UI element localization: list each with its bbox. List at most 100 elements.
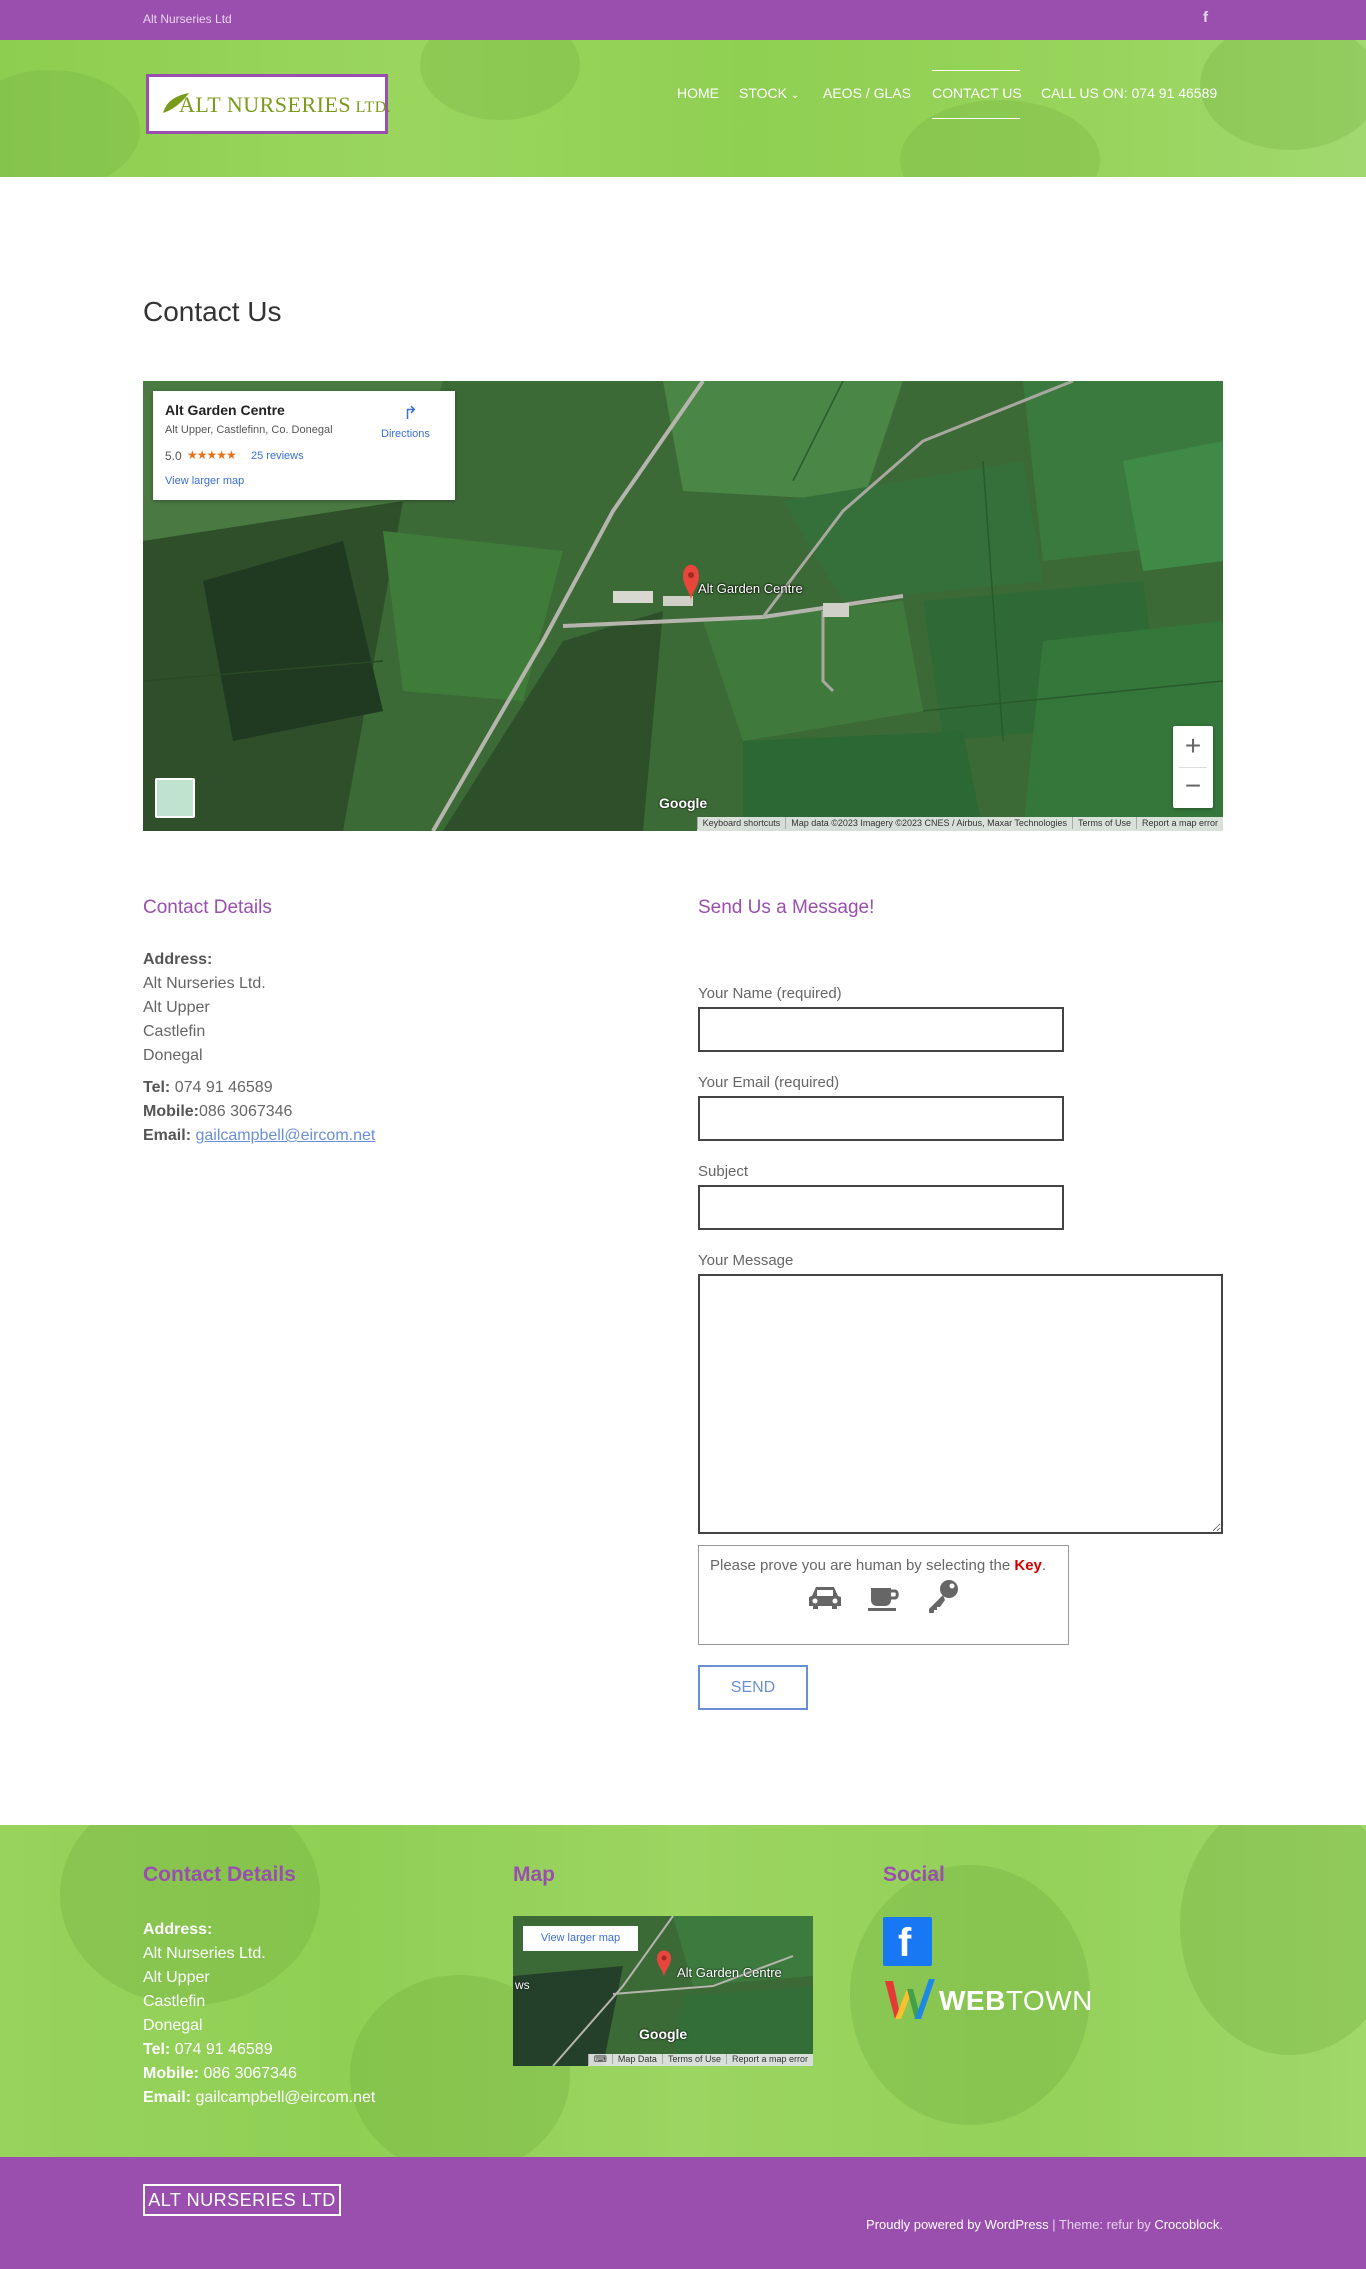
zoom-out-button[interactable]: − [1173,768,1213,808]
footer-address-label: Address: [143,1921,213,1938]
page-title: Contact Us [143,296,282,327]
view-larger-map-link[interactable]: View larger map [165,475,244,487]
footer-email-label: Email: [143,2089,192,2106]
coffee-cup-icon[interactable] [865,1582,903,1612]
map-attribution: Keyboard shortcuts Map data ©2023 Imagery… [696,817,1223,831]
address-line: Castlefin [143,1023,206,1040]
footer-map[interactable]: View larger map Alt Garden Centre ws Goo… [513,1916,813,2066]
google-logo: Google [659,795,708,811]
footer-tel: 074 91 46589 [170,2041,273,2058]
footer-tel-label: Tel: [143,2041,171,2058]
nav-call-us[interactable]: CALL US ON: 074 91 46589 [1041,85,1217,101]
footer-contact-heading: Contact Details [143,1863,296,1886]
keyboard-shortcuts-link[interactable]: Keyboard shortcuts [696,817,786,829]
email-field[interactable] [698,1096,1064,1141]
email-label: Email: [143,1127,192,1144]
map-zoom-control: + − [1173,726,1213,808]
mobile-label: Mobile: [143,1103,199,1120]
webtown-bold-text: WEB [939,1985,1006,2016]
captcha-key-word: Key [1014,1557,1042,1574]
nav-stock[interactable]: STOCK ⌄ [739,85,799,101]
map-data-text: Map data ©2023 Imagery ©2023 CNES / Airb… [785,817,1072,829]
name-label: Your Name (required) [698,985,842,1002]
footer-email[interactable]: gailcampbell@eircom.net [191,2089,375,2106]
name-field[interactable] [698,1007,1064,1052]
crocoblock-link[interactable]: Crocoblock [1154,2217,1219,2232]
footer-credits: Proudly powered by WordPress | Theme: re… [866,2217,1223,2232]
footer-view-larger-map[interactable]: View larger map [523,1926,638,1951]
footer-widgets: Contact Details Map Social Address: Alt … [0,1825,1366,2157]
report-map-error-link[interactable]: Report a map error [1135,817,1223,829]
star-rating-icon: ★★★★★ [187,448,237,462]
bottom-bar: ALT NURSERIES LTD Proudly powered by Wor… [0,2157,1366,2269]
chevron-down-icon: ⌄ [790,90,800,101]
webtown-light-text: TOWN [1005,1985,1093,2016]
contact-details: Address: Alt Nurseries Ltd. Alt Upper Ca… [143,948,375,1148]
footer-terms-link[interactable]: Terms of Use [661,2054,726,2064]
terms-of-use-link[interactable]: Terms of Use [1071,817,1136,829]
top-bar: Alt Nurseries Ltd f [0,0,1366,40]
footer-report-error-link[interactable]: Report a map error [725,2054,813,2064]
theme-credit: | Theme: refur by [1048,2217,1155,2232]
footer-map-heading: Map [513,1863,555,1886]
footer-address-line: Alt Nurseries Ltd. [143,1945,266,1962]
webtown-w-icon [885,1979,935,2019]
send-button[interactable]: SEND [698,1665,808,1710]
email-link[interactable]: gailcampbell@eircom.net [195,1127,375,1144]
address-line: Donegal [143,1047,203,1064]
car-icon[interactable] [806,1582,844,1612]
address-label: Address: [143,951,213,968]
main-nav: HOME STOCK ⌄ AEOS / GLAS CONTACT US CALL… [0,85,1366,111]
tel-value: 074 91 46589 [170,1079,273,1096]
top-bar-company: Alt Nurseries Ltd [143,12,232,26]
mobile-value: 086 3067346 [199,1103,293,1120]
footer-google-logo: Google [639,2026,688,2042]
webtown-logo[interactable]: WEBTOWN [883,1975,1092,2025]
directions-icon[interactable]: ↱ [403,403,418,424]
human-captcha: Please prove you are human by selecting … [698,1545,1069,1645]
footer-map-data: Map Data [611,2054,662,2064]
nav-home[interactable]: HOME [677,85,719,101]
footer-map-ws-label: ws [515,1978,530,1992]
zoom-in-button[interactable]: + [1173,726,1213,766]
footer-mobile-label: Mobile: [143,2065,199,2082]
nav-stock-label: STOCK [739,85,787,101]
message-label: Your Message [698,1252,794,1269]
footer-address-line: Castlefin [143,1993,206,2010]
address-line: Alt Nurseries Ltd. [143,975,266,992]
facebook-icon[interactable]: f [883,1917,932,1966]
facebook-icon[interactable]: f [1203,9,1208,26]
footer-address-line: Alt Upper [143,1969,210,1986]
nav-aeos-glas[interactable]: AEOS / GLAS [823,85,911,101]
site-header: ALT NURSERIES LTD. HOME STOCK ⌄ AEOS / G… [0,40,1366,177]
send-message-heading: Send Us a Message! [698,897,875,918]
message-field[interactable] [698,1274,1223,1534]
footer-map-pin-label[interactable]: Alt Garden Centre [677,1965,782,1980]
key-icon[interactable] [924,1578,962,1614]
footer-logo[interactable]: ALT NURSERIES LTD [143,2184,341,2216]
nav-contact-us[interactable]: CONTACT US [932,85,1022,101]
footer-map-attribution: ⌨ Map Data Terms of Use Report a map error [587,2054,813,2066]
wordpress-link[interactable]: Proudly powered by WordPress [866,2217,1049,2232]
map-pin-label[interactable]: Alt Garden Centre [698,581,803,596]
map-place-card: Alt Garden Centre Alt Upper, Castlefinn,… [153,391,455,500]
tel-label: Tel: [143,1079,171,1096]
subject-field[interactable] [698,1185,1064,1230]
map-place-address: Alt Upper, Castlefinn, Co. Donegal [165,424,333,436]
address-line: Alt Upper [143,999,210,1016]
footer-address-line: Donegal [143,2017,203,2034]
contact-details-heading: Contact Details [143,897,272,918]
footer-contact-details: Address: Alt Nurseries Ltd. Alt Upper Ca… [143,1918,375,2110]
map-rating: 5.0 [165,449,182,463]
map-place-name: Alt Garden Centre [165,402,285,418]
map-reviews-link[interactable]: 25 reviews [251,450,304,462]
footer-social-heading: Social [883,1863,945,1886]
directions-link[interactable]: Directions [381,428,430,440]
keyboard-icon[interactable]: ⌨ [587,2054,612,2065]
subject-label: Subject [698,1163,749,1180]
map-layer-toggle[interactable] [155,778,195,818]
footer-mobile: 086 3067346 [199,2065,297,2082]
google-map[interactable]: Alt Garden Centre Alt Upper, Castlefinn,… [143,381,1223,831]
captcha-prompt: Please prove you are human by selecting … [710,1557,1015,1574]
email-label-form: Your Email (required) [698,1074,840,1091]
